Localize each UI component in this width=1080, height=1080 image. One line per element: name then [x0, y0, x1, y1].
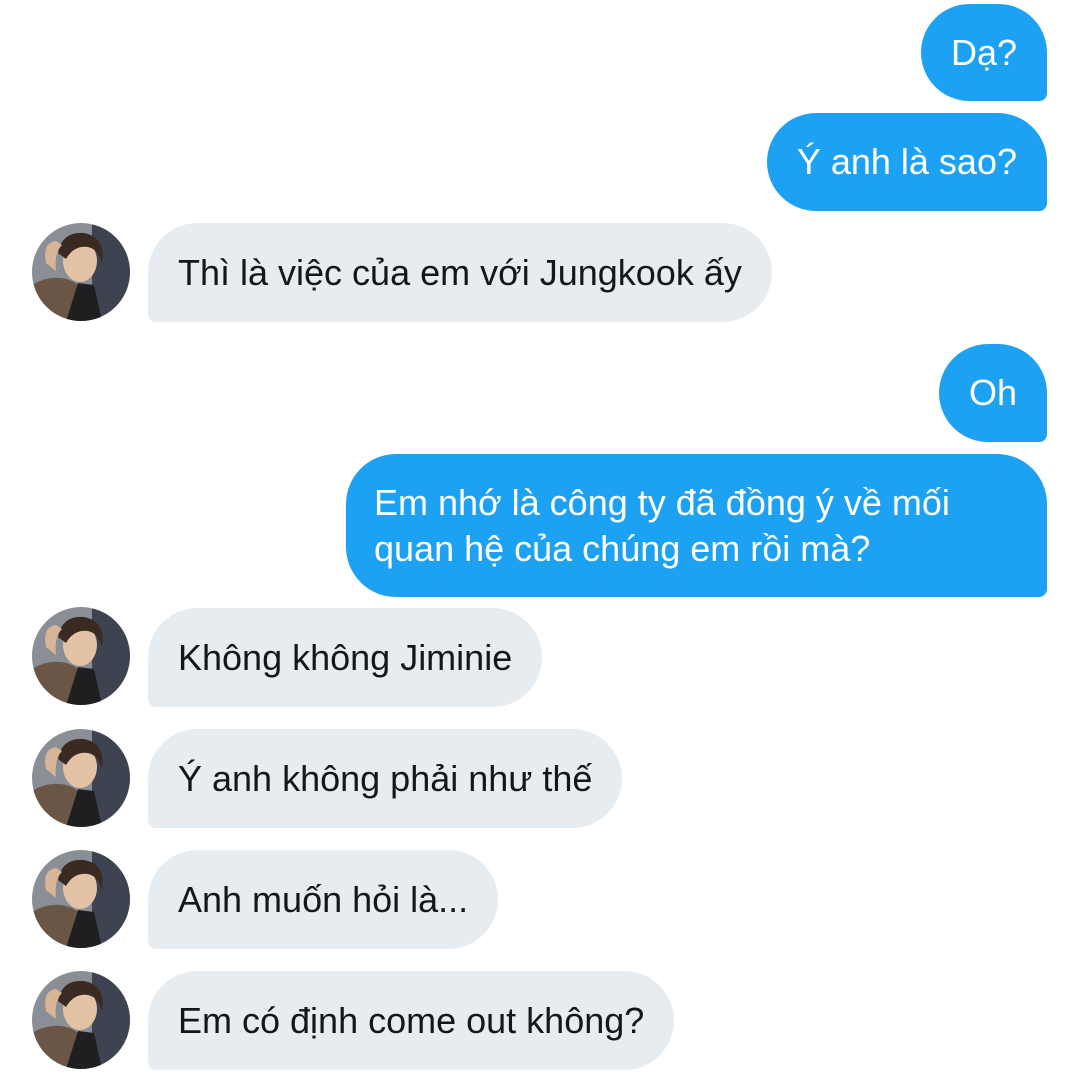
- avatar-icon[interactable]: [32, 223, 130, 321]
- message-text: Ý anh là sao?: [796, 141, 1017, 182]
- incoming-message[interactable]: Thì là việc của em với Jungkook ấy: [148, 223, 772, 322]
- avatar-icon[interactable]: [32, 971, 130, 1069]
- message-text: Oh: [968, 372, 1017, 413]
- incoming-message[interactable]: Em có định come out không?: [148, 971, 675, 1070]
- message-text: Ý anh không phải như thế: [178, 757, 593, 799]
- avatar-icon[interactable]: [32, 607, 130, 705]
- outgoing-message[interactable]: Dạ?: [920, 4, 1047, 101]
- outgoing-message[interactable]: Em nhớ là công ty đã đồng ý về mối quan …: [346, 454, 1047, 597]
- outgoing-message[interactable]: Oh: [938, 344, 1047, 442]
- outgoing-message[interactable]: Ý anh là sao?: [766, 113, 1047, 211]
- message-text: Anh muốn hỏi là...: [178, 878, 469, 920]
- message-text: Em có định come out không?: [178, 999, 645, 1041]
- incoming-message[interactable]: Không không Jiminie: [148, 608, 543, 707]
- message-text: Không không Jiminie: [178, 636, 513, 678]
- message-text: Em nhớ là công ty đã đồng ý về mối quan …: [374, 481, 950, 569]
- avatar-icon[interactable]: [32, 729, 130, 827]
- message-text: Dạ?: [950, 31, 1017, 73]
- message-text: Thì là việc của em với Jungkook ấy: [178, 251, 742, 293]
- avatar-icon[interactable]: [32, 850, 130, 948]
- incoming-message[interactable]: Ý anh không phải như thế: [148, 729, 623, 828]
- message-thread: Dạ? Ý anh là sao? Thì là việc của em với…: [0, 0, 1080, 1080]
- incoming-message[interactable]: Anh muốn hỏi là...: [148, 850, 499, 949]
